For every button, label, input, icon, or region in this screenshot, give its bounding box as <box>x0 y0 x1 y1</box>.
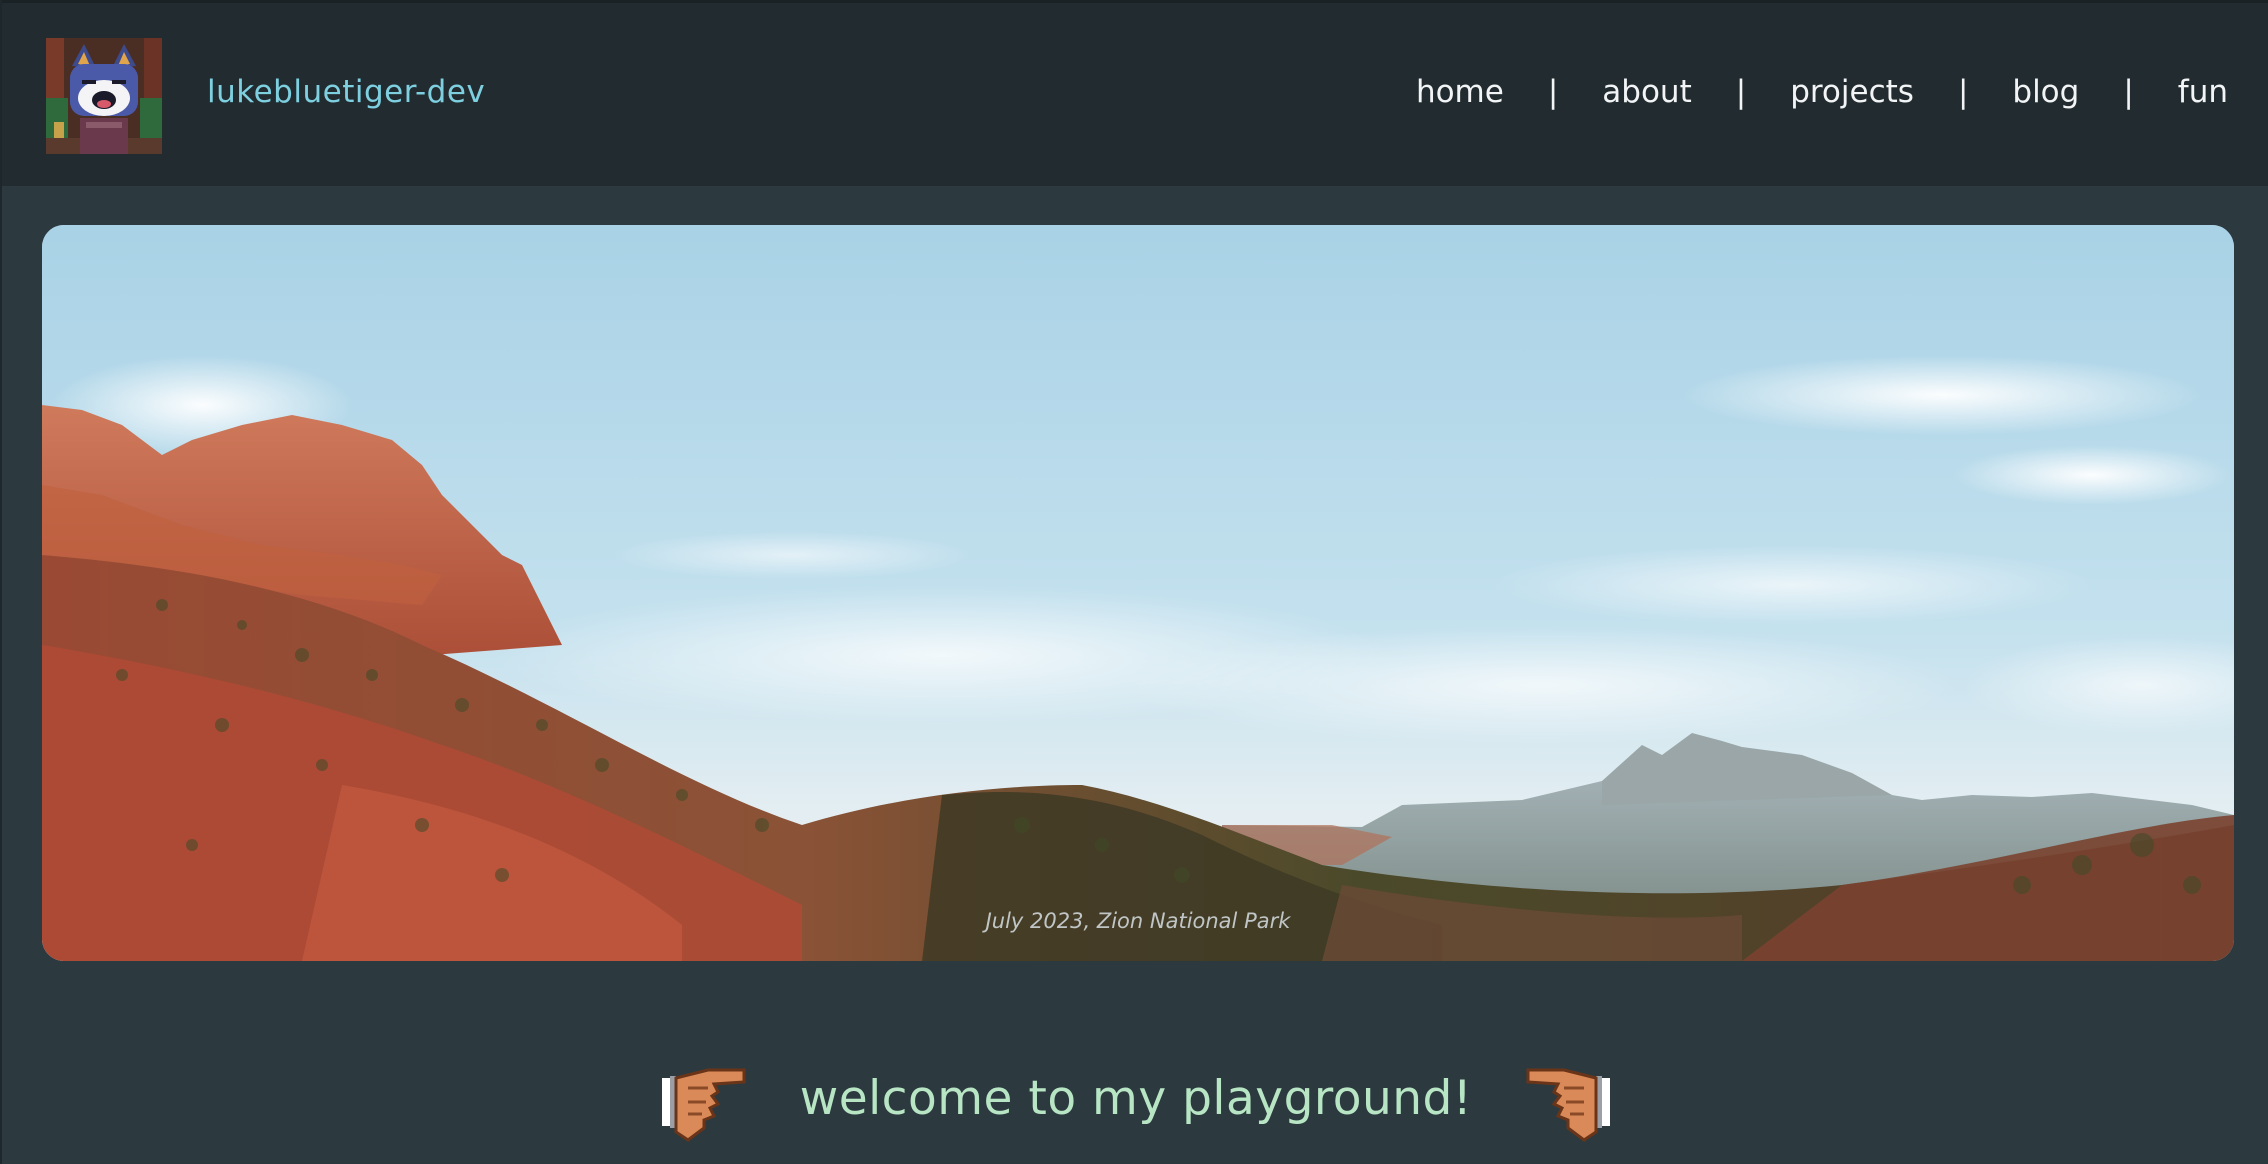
nav-separator: | <box>2123 74 2134 110</box>
hero-image: July 2023, Zion National Park <box>42 225 2234 961</box>
nav-blog[interactable]: blog <box>2012 77 2079 108</box>
hero-caption: July 2023, Zion National Park <box>985 909 1291 933</box>
nav-fun[interactable]: fun <box>2178 77 2228 108</box>
nav-projects[interactable]: projects <box>1790 77 1914 108</box>
pointing-hand-right-icon <box>661 1068 746 1142</box>
nav-about[interactable]: about <box>1602 77 1691 108</box>
nav-separator: | <box>1957 74 1969 110</box>
nav-separator: | <box>1547 74 1559 110</box>
cat-avatar-icon <box>46 38 162 154</box>
page: lukebluetiger-dev home | about | project… <box>0 0 2268 1164</box>
nav-separator: | <box>1735 74 1747 110</box>
main-nav: home | about | projects | blog | fun <box>1416 77 2228 108</box>
welcome-text: welcome to my playground! <box>799 1070 1473 1126</box>
nav-home[interactable]: home <box>1416 77 1504 108</box>
pointing-hand-left-icon <box>1526 1068 1611 1142</box>
avatar[interactable] <box>46 38 162 154</box>
site-header: lukebluetiger-dev home | about | project… <box>2 0 2268 186</box>
zion-landscape-image <box>42 225 2234 961</box>
welcome-banner: welcome to my playground! <box>2 1048 2268 1148</box>
site-title-link[interactable]: lukebluetiger-dev <box>207 77 485 108</box>
